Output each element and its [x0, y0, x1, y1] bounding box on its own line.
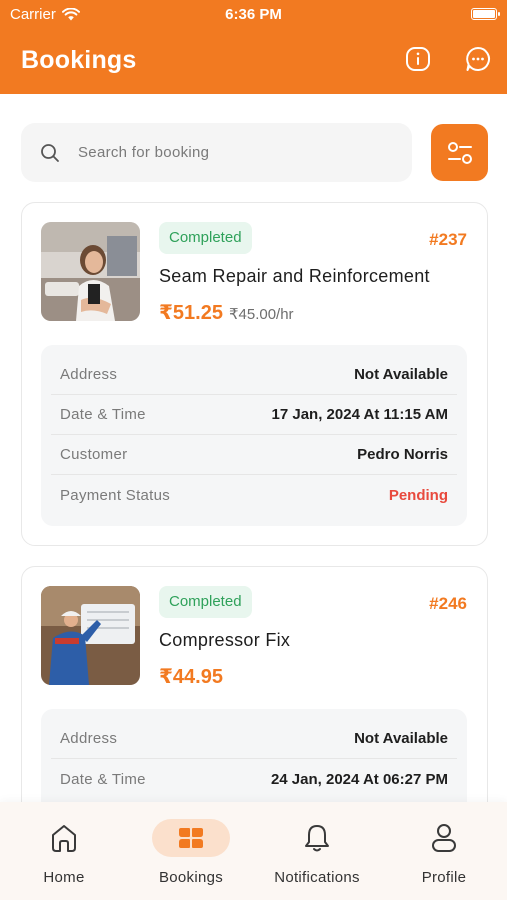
page-title: Bookings: [21, 46, 137, 74]
detail-label: Customer: [60, 446, 128, 463]
detail-label: Address: [60, 366, 118, 383]
nav-item-notifications[interactable]: Notifications: [257, 818, 377, 886]
price-row: ₹51.25 ₹45.00/hr: [159, 300, 294, 325]
battery-icon: [471, 8, 500, 20]
service-image-seam-repair: [41, 222, 140, 321]
detail-row-date-time: Date & Time 24 Jan, 2024 At 06:27 PM: [51, 759, 457, 799]
price-row: ₹44.95: [159, 664, 223, 689]
price: ₹51.25: [159, 302, 223, 324]
clock: 6:36 PM: [225, 6, 282, 23]
booking-details: Address Not Available Date & Time 17 Jan…: [41, 345, 467, 526]
search-bar[interactable]: [21, 123, 412, 182]
bottom-navigation: Home Bookings Notifications Profile: [0, 802, 507, 900]
detail-row-payment-status: Payment Status Pending: [51, 475, 457, 515]
detail-row-date-time: Date & Time 17 Jan, 2024 At 11:15 AM: [51, 395, 457, 435]
status-bar: Carrier 6:36 PM: [0, 0, 507, 28]
info-circle-icon[interactable]: [405, 46, 431, 72]
filter-button[interactable]: [431, 124, 488, 181]
detail-value: 17 Jan, 2024 At 11:15 AM: [271, 406, 448, 423]
home-icon: [52, 825, 76, 852]
status-badge: Completed: [159, 222, 252, 254]
nav-label: Profile: [421, 869, 467, 886]
nav-item-profile[interactable]: Profile: [384, 818, 504, 886]
detail-row-address: Address Not Available: [51, 719, 457, 759]
profile-icon: [432, 824, 456, 852]
service-name: Seam Repair and Reinforcement: [159, 266, 430, 286]
service-image-compressor-fix: [41, 586, 140, 685]
payment-status-value: Pending: [388, 486, 448, 504]
nav-label: Home: [43, 869, 85, 886]
detail-value: Pedro Norris: [357, 446, 448, 463]
detail-value: Not Available: [354, 730, 448, 747]
price: ₹44.95: [159, 666, 223, 688]
detail-value: 24 Jan, 2024 At 06:27 PM: [270, 770, 448, 788]
detail-label: Date & Time: [60, 770, 146, 788]
search-input[interactable]: [78, 144, 378, 161]
service-name: Compressor Fix: [159, 630, 291, 650]
chat-bubble-icon[interactable]: [465, 46, 491, 72]
hourly-rate: ₹45.00/hr: [228, 306, 294, 323]
booking-card[interactable]: Completed #246 Compressor Fix ₹44.95 Add…: [21, 566, 488, 839]
nav-item-home[interactable]: Home: [4, 818, 124, 886]
detail-label: Date & Time: [60, 406, 146, 423]
nav-label: Bookings: [158, 869, 224, 886]
detail-row-address: Address Not Available: [51, 355, 457, 395]
search-icon: [41, 143, 59, 162]
booking-id: #246: [429, 594, 467, 613]
nav-label: Notifications: [274, 869, 360, 886]
bell-icon: [305, 825, 329, 852]
active-tab-indicator: [152, 819, 230, 857]
filter-toggles-icon: [447, 141, 472, 164]
detail-label: Payment Status: [60, 486, 171, 504]
app-header: Carrier 6:36 PM Bookings: [0, 0, 507, 94]
nav-item-bookings[interactable]: Bookings: [131, 818, 251, 886]
bookings-grid-icon: [179, 828, 203, 848]
detail-value: Not Available: [354, 366, 448, 383]
status-badge: Completed: [159, 586, 252, 618]
detail-label: Address: [60, 730, 118, 747]
booking-card[interactable]: Completed #237 Seam Repair and Reinforce…: [21, 202, 488, 546]
booking-id: #237: [429, 230, 467, 249]
detail-row-customer: Customer Pedro Norris: [51, 435, 457, 475]
